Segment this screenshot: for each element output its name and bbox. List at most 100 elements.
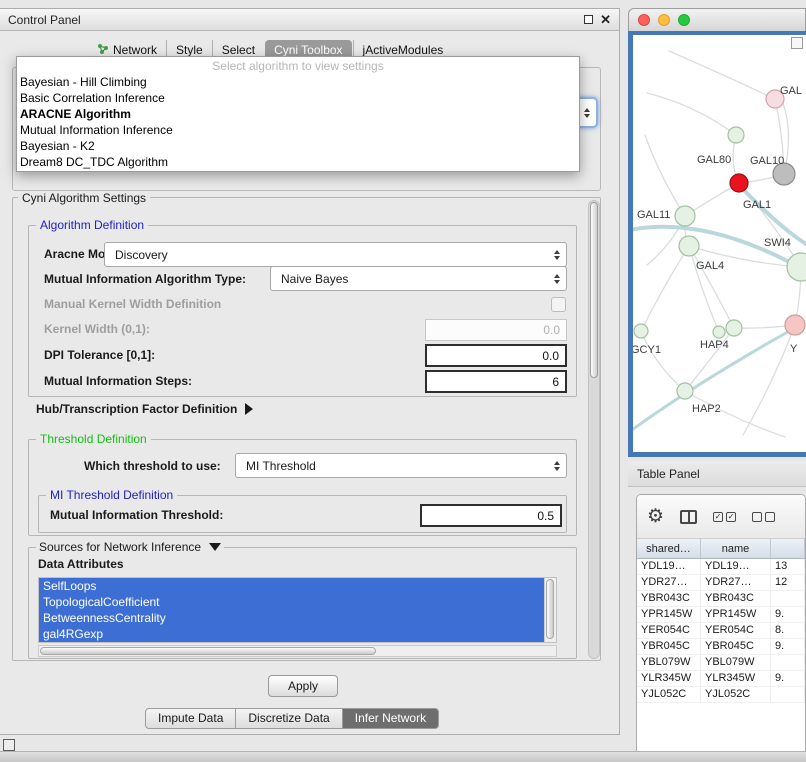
tab-label: Select (222, 43, 255, 57)
float-icon[interactable] (584, 15, 593, 24)
network-node[interactable] (679, 236, 699, 256)
table-row[interactable]: YDR27…YDR27…12 (637, 575, 805, 591)
network-edge[interactable] (689, 246, 719, 332)
network-node-label: GAL10 (750, 155, 784, 167)
column-header[interactable]: shared… (637, 539, 701, 558)
manual-kernel-label: Manual Kernel Width Definition (44, 297, 221, 311)
window-title: Control Panel (8, 13, 81, 27)
bottom-bar (0, 751, 806, 762)
attribute-item[interactable]: gal4RGexp (39, 626, 544, 642)
attribute-item[interactable]: SelfLoops (39, 578, 544, 594)
attribute-item[interactable]: BetweennessCentrality (39, 610, 544, 626)
table-cell: YJL052C (637, 687, 701, 702)
network-canvas[interactable]: GAL80GAL10GAL11GAL1SWI4GAL4GCY1HAP4HAP2G… (633, 35, 806, 452)
table-row[interactable]: YBR043CYBR043C (637, 591, 805, 607)
network-node[interactable] (787, 253, 806, 281)
table-row[interactable]: YLR345WYLR345W9. (637, 671, 805, 687)
algorithm-option[interactable]: Dream8 DC_TDC Algorithm (17, 154, 579, 170)
network-node[interactable] (677, 383, 693, 399)
network-window-titlebar[interactable] (628, 8, 806, 31)
gear-icon[interactable]: ⚙ (647, 507, 664, 526)
data-attributes-list: SelfLoopsTopologicalCoefficientBetweenne… (39, 578, 556, 642)
hub-definition-toggle[interactable]: Hub/Transcription Factor Definition (36, 401, 253, 417)
network-edge[interactable] (669, 51, 775, 99)
algorithm-option[interactable]: Bayesian - Hill Climbing (17, 74, 579, 90)
aracne-mode-select[interactable]: Discovery (104, 242, 567, 267)
network-edge[interactable] (685, 328, 734, 391)
network-node[interactable] (785, 315, 805, 335)
empty-box-icon (765, 512, 775, 522)
table-body: YDL19…YDL19…13YDR27…YDR27…12YBR043CYBR04… (637, 559, 805, 703)
columns-icon[interactable] (680, 510, 697, 524)
table-row[interactable]: YPR145WYPR145W9. (637, 607, 805, 623)
minimize-traffic-light-icon[interactable] (658, 14, 670, 26)
table-row[interactable]: YER054CYER054C8. (637, 623, 805, 639)
checked-box-icon: ✓ (713, 512, 723, 522)
settings-scrollbar-thumb[interactable] (590, 202, 598, 378)
select-all-icon[interactable]: ✓✓ (713, 512, 736, 522)
table-panel-header: Table Panel (628, 461, 806, 487)
algorithm-option[interactable]: Basic Correlation Inference (17, 90, 579, 106)
table-row[interactable]: YBR045CYBR045C9. (637, 639, 805, 655)
table-row[interactable]: YBL079WYBL079W (637, 655, 805, 671)
mi-threshold-input[interactable] (420, 504, 562, 527)
close-traffic-light-icon[interactable] (638, 14, 650, 26)
sources-section-toggle[interactable]: Sources for Network Inference (36, 540, 224, 554)
network-node[interactable] (713, 326, 725, 338)
algorithm-option[interactable]: Bayesian - K2 (17, 138, 579, 154)
algorithm-option[interactable]: ARACNE Algorithm (17, 106, 579, 122)
network-node[interactable] (728, 127, 744, 143)
network-edge[interactable] (641, 331, 685, 391)
overview-widget[interactable] (791, 37, 803, 49)
table-cell: YER054C (637, 623, 701, 638)
tab-label: jActiveModules (363, 43, 444, 57)
manual-kernel-checkbox[interactable] (551, 297, 566, 312)
expand-arrow-icon (245, 403, 253, 415)
zoom-traffic-light-icon[interactable] (678, 14, 690, 26)
apply-button[interactable]: Apply (268, 675, 338, 697)
algorithm-dropdown-placeholder: Select algorithm to view settings (17, 59, 579, 74)
network-node[interactable] (730, 174, 748, 192)
table-cell: YDR27… (637, 575, 701, 590)
table-row[interactable]: YDL19…YDL19…13 (637, 559, 805, 575)
table-panel-window: ⚙ ✓✓ shared…name YDL19…YDL19…13YDR27…YDR… (636, 494, 806, 762)
mi-steps-label: Mutual Information Steps: (44, 374, 192, 388)
attributes-vscrollbar[interactable] (544, 578, 556, 642)
deselect-all-icon[interactable] (752, 512, 775, 522)
collapsed-panel-icon[interactable] (3, 739, 15, 751)
kernel-width-label: Kernel Width (0,1): (44, 322, 150, 336)
network-edge[interactable] (647, 93, 736, 135)
bottom-tab-impute-data[interactable]: Impute Data (145, 708, 236, 729)
kernel-width-input[interactable] (425, 319, 567, 341)
network-edge[interactable] (641, 246, 689, 331)
which-threshold-select[interactable]: MI Threshold (235, 453, 567, 478)
dpi-tolerance-input[interactable] (425, 344, 567, 367)
table-cell: YBL079W (637, 655, 701, 670)
close-icon[interactable]: ✕ (600, 13, 611, 26)
column-header[interactable]: name (701, 539, 771, 558)
table-cell: YPR145W (701, 607, 771, 622)
attributes-hscrollbar[interactable] (38, 645, 557, 657)
column-header[interactable] (771, 539, 805, 558)
control-panel-titlebar: Control Panel ✕ (0, 9, 619, 31)
table-cell: 9. (771, 607, 805, 622)
mi-algorithm-type-select[interactable]: Naive Bayes (270, 266, 567, 291)
algorithm-option[interactable]: Mutual Information Inference (17, 122, 579, 138)
network-node[interactable] (634, 324, 648, 338)
collapse-arrow-icon (209, 543, 221, 551)
attributes-vscrollbar-thumb[interactable] (546, 579, 554, 639)
attributes-hscrollbar-thumb[interactable] (40, 647, 376, 655)
bottom-tab-discretize-data[interactable]: Discretize Data (236, 708, 342, 729)
network-edge[interactable] (645, 135, 685, 216)
mi-threshold-title: MI Threshold Definition (46, 488, 177, 502)
bottom-tab-infer-network[interactable]: Infer Network (343, 708, 439, 729)
table-row[interactable]: YJL052CYJL052C (637, 687, 805, 703)
attribute-item[interactable]: TopologicalCoefficient (39, 594, 544, 610)
settings-scrollbar[interactable] (588, 200, 600, 659)
network-node[interactable] (675, 206, 695, 226)
network-node[interactable] (726, 320, 742, 336)
table-cell: YDR27… (701, 575, 771, 590)
mi-steps-input[interactable] (425, 370, 567, 393)
network-edge[interactable] (689, 246, 734, 328)
mi-algorithm-type-value: Naive Bayes (281, 272, 348, 286)
